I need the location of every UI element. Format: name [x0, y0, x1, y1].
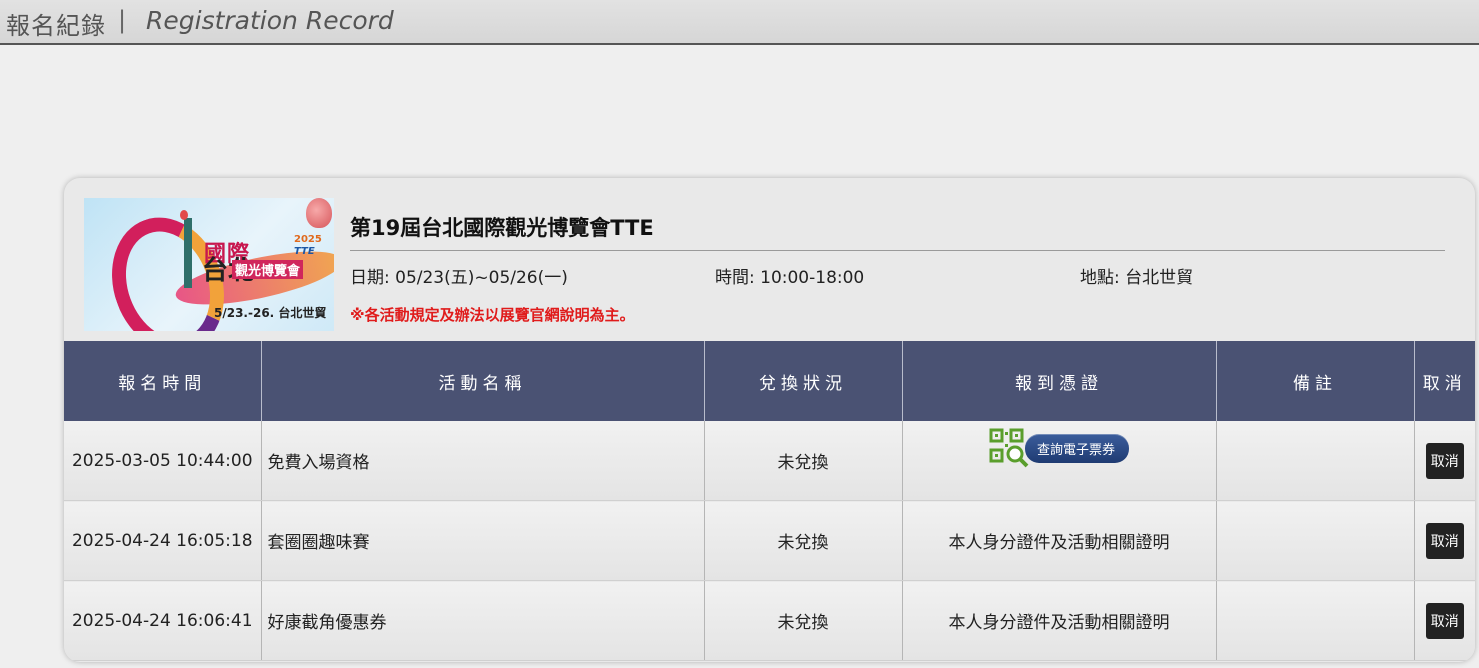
cell-voucher: 本人身分證件及活動相關證明: [902, 580, 1217, 661]
title-divider: [350, 250, 1445, 251]
cell-status: 未兌換: [704, 500, 903, 581]
cell-activity-name: 免費入場資格: [261, 421, 705, 501]
cell-voucher: 本人身分證件及活動相關證明: [902, 500, 1217, 581]
cancel-button[interactable]: 取消: [1425, 602, 1464, 639]
banner-year: 2025: [294, 234, 322, 245]
banner-sub-text: 觀光博覽會: [232, 260, 304, 279]
cell-time: 2025-04-24 16:06:41: [64, 580, 262, 661]
view-e-ticket-button[interactable]: 查詢電子票券: [989, 428, 1129, 468]
event-card: 國際 2025 TTE 台北 觀光博覽會 5/23.-26. 台北世貿 第19屆…: [64, 178, 1475, 662]
col-header-name: 活動名稱: [261, 341, 705, 421]
cell-note: [1216, 500, 1415, 581]
cell-cancel: 取消: [1414, 500, 1475, 581]
cell-note: [1216, 421, 1415, 501]
event-banner-image[interactable]: 國際 2025 TTE 台北 觀光博覽會 5/23.-26. 台北世貿: [84, 198, 334, 331]
cell-cancel: 取消: [1414, 421, 1475, 501]
table-row: 2025-03-05 10:44:00 免費入場資格 未兌換 查詢電子票券 取消: [64, 421, 1475, 501]
col-header-time: 報名時間: [64, 341, 262, 421]
cancel-button[interactable]: 取消: [1425, 522, 1464, 559]
event-place: 地點: 台北世貿: [1080, 268, 1194, 288]
cancel-button[interactable]: 取消: [1425, 442, 1464, 479]
cell-voucher: 查詢電子票券: [902, 421, 1217, 501]
cell-time: 2025-04-24 16:05:18: [64, 500, 262, 581]
table-header-row: 報名時間 活動名稱 兌換狀況 報到憑證 備註 取消: [64, 341, 1475, 421]
registration-table: 報名時間 活動名稱 兌換狀況 報到憑證 備註 取消 2025-03-05 10:…: [64, 341, 1475, 661]
cell-time: 2025-03-05 10:44:00: [64, 421, 262, 501]
page-title-en: Registration Record: [146, 6, 394, 35]
small-balloon-icon: [180, 210, 188, 220]
title-separator: |: [118, 6, 127, 34]
event-date: 日期: 05/23(五)~05/26(一): [350, 268, 568, 288]
event-title: 第19屆台北國際觀光博覽會TTE: [350, 216, 654, 240]
banner-dates: 5/23.-26. 台北世貿: [214, 306, 327, 320]
event-time: 時間: 10:00-18:00: [715, 268, 865, 288]
col-header-status: 兌換狀況: [704, 341, 903, 421]
col-header-cancel: 取消: [1414, 341, 1475, 421]
event-notice: ※各活動規定及辦法以展覽官網說明為主。: [350, 306, 635, 324]
cell-status: 未兌換: [704, 421, 903, 501]
cell-note: [1216, 580, 1415, 661]
table-row: 2025-04-24 16:06:41 好康截角優惠券 未兌換 本人身分證件及活…: [64, 580, 1475, 661]
banner-tte: TTE: [294, 246, 315, 257]
banner-tower: [184, 218, 192, 288]
cell-status: 未兌換: [704, 580, 903, 661]
qr-code-magnifier-icon: [989, 428, 1029, 468]
view-e-ticket-label: 查詢電子票券: [1024, 433, 1129, 463]
cell-activity-name: 套圈圈趣味賽: [261, 500, 705, 581]
page-title-zh: 報名紀錄: [6, 12, 106, 40]
balloon-icon: [306, 198, 332, 228]
col-header-note: 備註: [1216, 341, 1415, 421]
cell-activity-name: 好康截角優惠券: [261, 580, 705, 661]
page-header: 報名紀錄 | Registration Record: [0, 0, 1479, 45]
table-row: 2025-04-24 16:05:18 套圈圈趣味賽 未兌換 本人身分證件及活動…: [64, 500, 1475, 581]
col-header-voucher: 報到憑證: [902, 341, 1217, 421]
cell-cancel: 取消: [1414, 580, 1475, 661]
